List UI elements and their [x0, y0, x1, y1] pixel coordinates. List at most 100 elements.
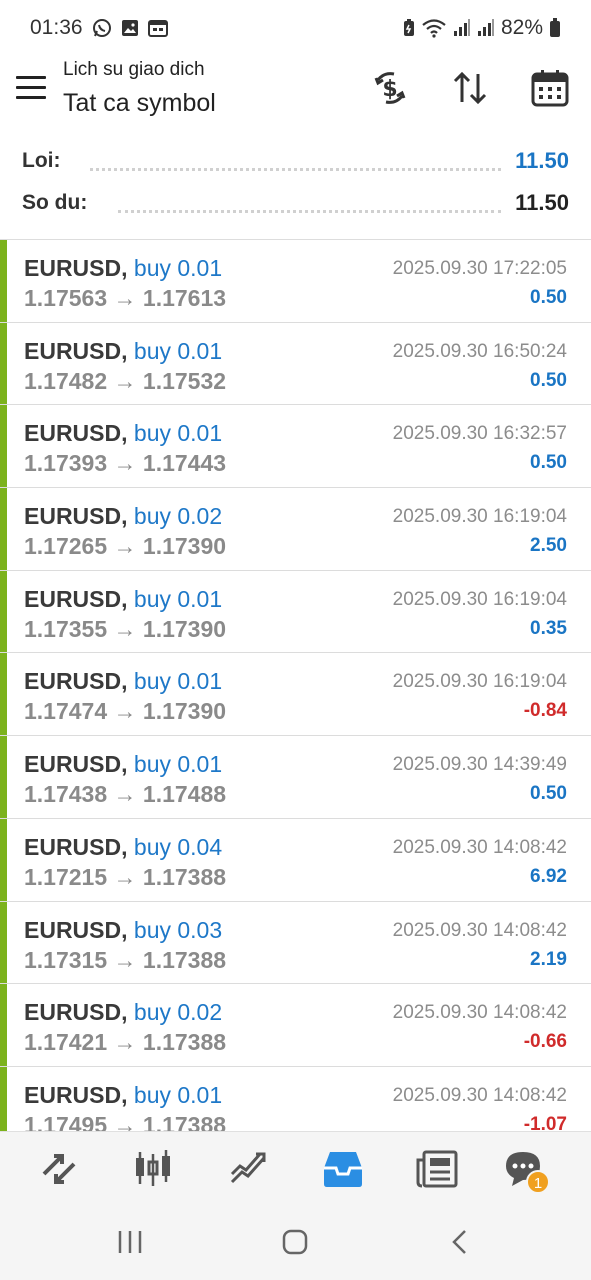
- home-icon[interactable]: [281, 1228, 309, 1261]
- trade-side: buy 0.01: [133, 337, 223, 364]
- close-price: 1.17388: [142, 863, 227, 890]
- open-price: 1.17265: [24, 533, 108, 560]
- battery-saver-icon: [403, 19, 415, 37]
- arrow-right-icon: →: [107, 533, 143, 560]
- trade-row[interactable]: EURUSD, buy 0.01 1.17474 → 1.17390 2025.09…: [0, 653, 591, 737]
- trade-title: EURUSD, buy 0.01: [24, 667, 222, 695]
- trade-side: buy 0.02: [133, 503, 223, 530]
- trade-time: 2025.09.30 14:08:42: [392, 919, 567, 941]
- trade-time: 2025.09.30 16:19:04: [392, 671, 567, 693]
- trade-title: EURUSD, buy 0.02: [24, 998, 222, 1026]
- open-price: 1.17438: [24, 781, 108, 808]
- arrow-right-icon: →: [107, 1111, 143, 1131]
- trade-time: 2025.09.30 14:39:49: [392, 754, 567, 776]
- currency-exchange-icon[interactable]: $: [370, 68, 410, 108]
- arrow-right-icon: →: [107, 946, 143, 973]
- trade-prices: 1.17315 → 1.17388: [24, 946, 226, 974]
- trade-prices: 1.17495 → 1.17388: [24, 1111, 226, 1131]
- trade-prices: 1.17482 → 1.17532: [24, 367, 226, 395]
- status-time: 01:36: [30, 16, 83, 39]
- trade-side: buy 0.01: [133, 751, 223, 778]
- trade-icon[interactable]: [228, 1148, 270, 1190]
- buy-indicator-bar: [0, 570, 7, 653]
- status-bar: 01:36 82%: [0, 0, 591, 56]
- arrow-right-icon: →: [107, 1029, 143, 1056]
- profit-row: Loi: 11.50: [0, 140, 591, 182]
- page-title[interactable]: Tat ca symbol: [63, 86, 216, 120]
- trade-title: EURUSD, buy 0.01: [24, 750, 222, 778]
- chart-candles-icon[interactable]: [132, 1148, 174, 1190]
- trade-side: buy 0.01: [133, 255, 223, 281]
- calendar-small-icon: [147, 19, 168, 37]
- close-price: 1.17388: [142, 946, 227, 973]
- svg-text:$: $: [382, 77, 397, 102]
- trade-row[interactable]: EURUSD, buy 0.01 1.17482 → 1.17532 2025.09…: [0, 322, 591, 406]
- trade-title: EURUSD, buy 0.03: [24, 916, 222, 944]
- open-price: 1.17315: [24, 946, 108, 973]
- trade-prices: 1.17355 → 1.17390: [24, 615, 226, 643]
- trade-row[interactable]: EURUSD, buy 0.01 1.17563 → 1.17613 2025.09…: [0, 240, 591, 323]
- news-icon[interactable]: [416, 1148, 458, 1190]
- trade-side: buy 0.01: [133, 1081, 223, 1108]
- buy-indicator-bar: [0, 405, 7, 488]
- wifi-icon: [421, 18, 447, 38]
- quotes-icon[interactable]: [38, 1148, 80, 1190]
- trade-profit: 2.50: [530, 535, 567, 557]
- hamburger-menu-icon[interactable]: [16, 76, 46, 102]
- trade-row[interactable]: EURUSD, buy 0.01 1.17393 → 1.17443 2025.09…: [0, 405, 591, 489]
- buy-indicator-bar: [0, 240, 7, 322]
- trade-title: EURUSD, buy 0.04: [24, 833, 222, 861]
- trade-row[interactable]: EURUSD, buy 0.01 1.17438 → 1.17488 2025.09…: [0, 736, 591, 819]
- gallery-icon: [121, 19, 139, 37]
- balance-value: 11.50: [507, 190, 569, 216]
- battery-percent: 82%: [500, 16, 543, 39]
- trade-side: buy 0.01: [133, 585, 223, 612]
- trade-row[interactable]: EURUSD, buy 0.03 1.17315 → 1.17388 2025.09…: [0, 901, 591, 985]
- close-price: 1.17390: [142, 533, 227, 560]
- sort-icon[interactable]: [450, 68, 490, 108]
- chat-icon[interactable]: 1: [502, 1148, 550, 1194]
- calendar-icon[interactable]: [530, 68, 570, 108]
- trade-side: buy 0.02: [133, 999, 223, 1026]
- buy-indicator-bar: [0, 736, 7, 818]
- arrow-right-icon: →: [107, 285, 143, 311]
- trade-symbol: EURUSD,: [24, 999, 128, 1026]
- status-right: 82%: [403, 16, 561, 40]
- trade-prices: 1.17421 → 1.17388: [24, 1028, 226, 1056]
- open-price: 1.17355: [24, 615, 108, 642]
- buy-indicator-bar: [0, 322, 7, 405]
- trade-history-list[interactable]: EURUSD, buy 0.01 1.17563 → 1.17613 2025.09…: [0, 239, 591, 1131]
- close-price: 1.17613: [142, 285, 227, 311]
- trade-title: EURUSD, buy 0.02: [24, 502, 222, 530]
- buy-indicator-bar: [0, 488, 7, 570]
- trade-profit: 0.50: [530, 369, 567, 391]
- trade-row[interactable]: EURUSD, buy 0.01 1.17355 → 1.17390 2025.09…: [0, 570, 591, 654]
- signal-icon-2: [477, 19, 495, 37]
- trade-time: 2025.09.30 17:22:05: [392, 258, 567, 279]
- buy-indicator-bar: [0, 1066, 7, 1131]
- trade-prices: 1.17563 → 1.17613: [24, 284, 226, 312]
- trade-title: EURUSD, buy 0.01: [24, 254, 222, 282]
- trade-profit: 2.19: [530, 948, 567, 970]
- buy-indicator-bar: [0, 901, 7, 984]
- close-price: 1.17443: [142, 450, 227, 477]
- history-inbox-icon[interactable]: [322, 1148, 364, 1190]
- arrow-right-icon: →: [107, 450, 143, 477]
- trade-symbol: EURUSD,: [24, 420, 128, 447]
- trade-time: 2025.09.30 16:32:57: [392, 423, 567, 445]
- trade-time: 2025.09.30 16:50:24: [392, 340, 567, 362]
- trade-prices: 1.17438 → 1.17488: [24, 780, 226, 808]
- trade-row[interactable]: EURUSD, buy 0.02 1.17421 → 1.17388 2025.09…: [0, 984, 591, 1067]
- back-icon[interactable]: [450, 1228, 470, 1261]
- balance-dots: [118, 210, 501, 213]
- open-price: 1.17482: [24, 367, 108, 394]
- trade-row[interactable]: EURUSD, buy 0.04 1.17215 → 1.17388 2025.09…: [0, 818, 591, 902]
- trade-row[interactable]: EURUSD, buy 0.02 1.17265 → 1.17390 2025.09…: [0, 488, 591, 571]
- recent-apps-icon[interactable]: [117, 1228, 143, 1261]
- trade-profit: -1.07: [523, 1113, 567, 1131]
- close-price: 1.17488: [142, 781, 227, 808]
- balance-row: So du: 11.50: [0, 182, 591, 224]
- trade-row[interactable]: EURUSD, buy 0.01 1.17495 → 1.17388 2025.09…: [0, 1066, 591, 1131]
- trade-time: 2025.09.30 16:19:04: [392, 506, 567, 528]
- status-left: 01:36: [30, 16, 168, 40]
